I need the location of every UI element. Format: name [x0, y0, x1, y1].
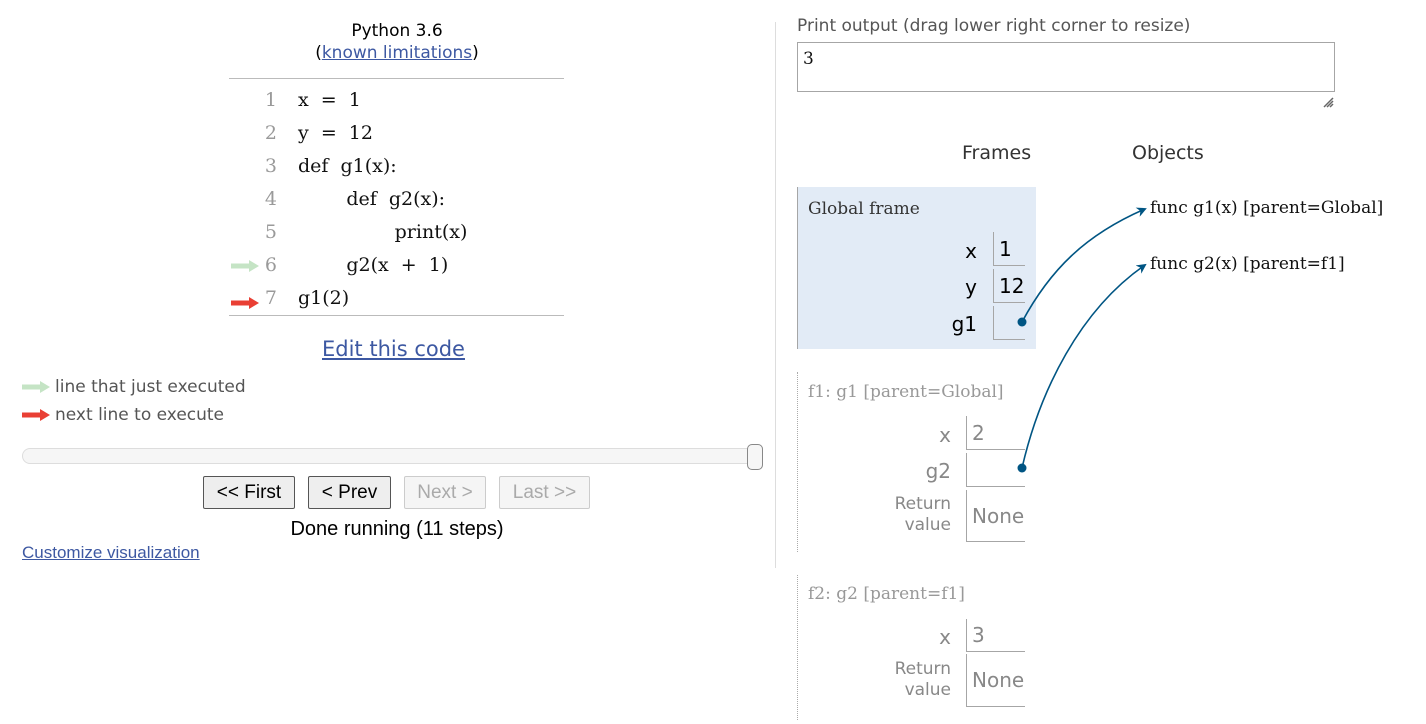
line-code: def g1(x):: [298, 155, 397, 177]
return-label-line2: value: [904, 515, 951, 535]
code-listing: 1 x = 1 2 y = 12 3 def g1(x): 4 def g2(x…: [229, 84, 564, 315]
var-name: g1: [951, 312, 977, 336]
line-number: 5: [264, 221, 277, 243]
paren-open: (: [315, 43, 322, 63]
function-object-g2: func g2(x) [parent=f1]: [1150, 254, 1345, 274]
resize-grip-icon[interactable]: [1322, 96, 1334, 108]
next-line-arrow-icon: [231, 297, 259, 309]
var-pointer: [993, 306, 1025, 340]
f2-frame: f2: g2 [parent=f1] x 3 Return value None: [797, 575, 1037, 720]
legend-label: next line to execute: [55, 405, 225, 425]
language-label: Python 3.6: [351, 21, 443, 41]
frames-heading: Frames: [962, 142, 1032, 164]
line-number: 3: [264, 155, 277, 177]
code-pane: Python 3.6 (known limitations) 1 x = 1 2…: [0, 0, 775, 570]
execution-status: Done running (11 steps): [290, 518, 504, 540]
line-code: y = 12: [298, 122, 373, 144]
frame-title: f1: g1 [parent=Global]: [808, 382, 1004, 402]
frame-title: Global frame: [808, 199, 920, 219]
global-frame: Global frame x 1 y 12 g1: [797, 187, 1036, 349]
var-row: x 2: [798, 416, 1038, 452]
return-row: Return value None: [798, 654, 1038, 707]
return-value: None: [966, 654, 1025, 707]
var-value: 2: [966, 416, 1025, 450]
return-label-line1: Return: [894, 494, 951, 514]
limitations-line: (known limitations): [230, 42, 564, 64]
var-name: x: [965, 239, 977, 263]
code-line: 1 x = 1: [229, 84, 564, 117]
return-value: None: [966, 490, 1025, 542]
line-number: 2: [264, 122, 277, 144]
step-slider-handle[interactable]: [747, 444, 763, 470]
header-divider: [229, 78, 564, 79]
var-value: 12: [993, 269, 1025, 303]
return-label-line2: value: [904, 680, 951, 700]
code-line: 2 y = 12: [229, 117, 564, 150]
var-name: x: [939, 625, 951, 649]
line-number: 4: [264, 188, 277, 210]
var-row: g1: [798, 306, 1037, 342]
code-line: 4 def g2(x):: [229, 183, 564, 216]
g2-pointer-arrow: [1021, 263, 1147, 469]
legend-label: line that just executed: [55, 377, 246, 397]
prev-button[interactable]: < Prev: [308, 476, 391, 509]
just-executed-arrow-icon: [231, 260, 259, 272]
code-divider: [229, 315, 564, 316]
print-output-label: Print output (drag lower right corner to…: [797, 16, 1191, 36]
code-line: 5 print(x): [229, 216, 564, 249]
step-slider-track[interactable]: [22, 448, 762, 464]
f1-frame: f1: g1 [parent=Global] x 2 g2 Return valu…: [797, 372, 1037, 552]
function-object-g1: func g1(x) [parent=Global]: [1150, 198, 1384, 218]
var-value: 1: [993, 232, 1025, 266]
red-arrow-icon: [22, 409, 50, 421]
pane-divider: [775, 22, 776, 568]
line-code: x = 1: [298, 89, 361, 111]
line-code: print(x): [298, 221, 468, 243]
var-name: x: [939, 423, 951, 447]
known-limitations-link[interactable]: known limitations: [322, 43, 472, 63]
var-row: g2: [798, 453, 1038, 489]
last-button[interactable]: Last >>: [499, 476, 590, 509]
legend-next-line: next line to execute: [22, 404, 224, 426]
paren-close: ): [472, 43, 479, 63]
customize-visualization-link[interactable]: Customize visualization: [22, 543, 200, 563]
line-code: def g2(x):: [298, 188, 446, 210]
line-number: 1: [264, 89, 277, 111]
return-label: Return value: [895, 659, 951, 701]
edit-code-link[interactable]: Edit this code: [322, 337, 465, 361]
language-header: Python 3.6 (known limitations): [230, 20, 564, 64]
objects-heading: Objects: [1132, 142, 1204, 164]
var-pointer: [966, 453, 1025, 487]
var-name: g2: [925, 459, 951, 483]
var-name: y: [965, 275, 977, 299]
frame-title: f2: g2 [parent=f1]: [808, 584, 965, 604]
var-row: x 1: [798, 232, 1037, 268]
code-line: 3 def g1(x):: [229, 150, 564, 183]
code-line: 7 g1(2): [229, 282, 564, 315]
var-row: y 12: [798, 269, 1037, 305]
return-label: Return value: [895, 494, 951, 536]
return-label-line1: Return: [894, 659, 951, 679]
line-number: 6: [264, 254, 277, 276]
var-row: x 3: [798, 619, 1038, 655]
line-code: g2(x + 1): [298, 254, 449, 276]
first-button[interactable]: << First: [203, 476, 295, 509]
var-value: 3: [966, 619, 1025, 652]
line-code: g1(2): [298, 287, 350, 309]
code-line: 6 g2(x + 1): [229, 249, 564, 282]
return-row: Return value None: [798, 490, 1038, 543]
next-button[interactable]: Next >: [404, 476, 486, 509]
green-arrow-icon: [22, 381, 50, 393]
legend-just-executed: line that just executed: [22, 376, 246, 398]
print-output-box[interactable]: 3: [797, 42, 1335, 92]
g1-pointer-arrow: [1021, 207, 1147, 323]
line-number: 7: [264, 287, 277, 309]
